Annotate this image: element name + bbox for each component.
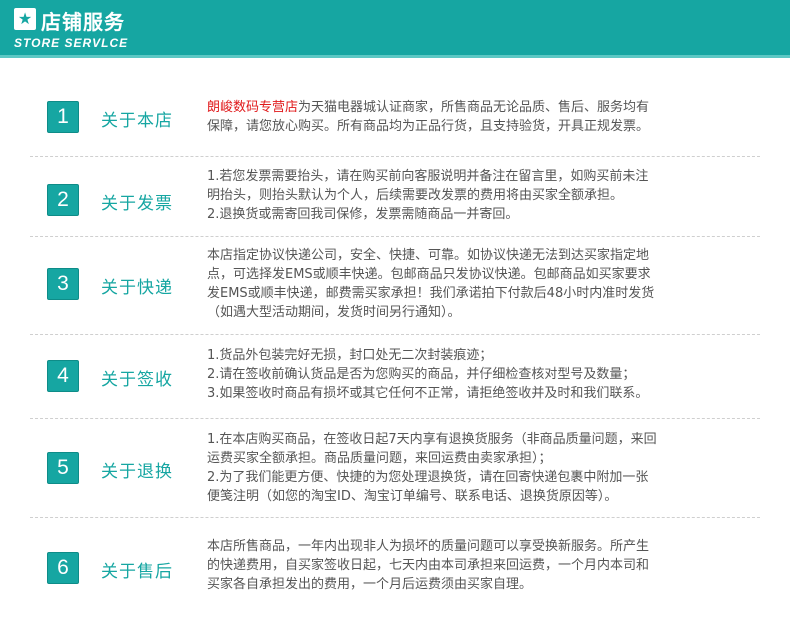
section-text-line: （如遇大型活动期间，发货时间另行通知）。 [207,305,461,320]
section-text-line: 2.退换货或需寄回我司保修，发票需随商品一并寄回。 [207,207,519,222]
section-text-line: 发EMS或顺丰快递，邮费需买家承担！我们承诺拍下付款后48小时内准时发货 [207,286,655,301]
section-text-line: 2.为了我们能更方便、快捷的为您处理退换货，请在回寄快递包裹中附加一张 [207,470,649,485]
header-subtitle: STORE SERVLCE [14,36,129,50]
section-text-line: 便笺注明（如您的淘宝ID、淘宝订单编号、联系电话、退换货原因等）。 [207,489,618,504]
section-text-line: 3.如果签收时商品有损坏或其它任何不正常，请拒绝签收并及时和我们联系。 [207,386,649,401]
header-title: 店铺服务 [41,10,125,34]
section-text-line: 运费买家全额承担。商品质量问题，来回运费由卖家承担）； [207,451,552,466]
section-text-line: 1.货品外包装完好无损，封口处无二次封装痕迹； [207,348,493,363]
store-brand-name: 朗峻数码专营店 [207,100,299,115]
section-label: 关于退换 [101,462,173,482]
section-about-after-sales: 6 关于售后 本店所售商品，一年内出现非人为损坏的质量问题可以享受换新服务。所产… [0,518,790,618]
section-about-store: 1 关于本店 朗峻数码专营店为天猫电器城认证商家，所售商品无论品质、售后、服务均… [0,83,790,157]
star-icon: ★ [14,8,36,30]
section-text-line: 保障，请您放心购买。所有商品均为正品行货，且支持验货，开具正规发票。 [207,119,650,134]
section-about-returns: 5 关于退换 1.在本店购买商品，在签收日起7天内享有退换货服务（非商品质量问题… [0,419,790,518]
section-label: 关于发票 [101,194,173,214]
section-text: 1.若您发票需要抬头，请在购买前向客服说明并备注在留言里，如购买前未注 明抬头，… [207,167,747,224]
section-about-invoice: 2 关于发票 1.若您发票需要抬头，请在购买前向客服说明并备注在留言里，如购买前… [0,157,790,237]
section-number: 1 [47,101,79,133]
section-number: 4 [47,360,79,392]
section-text-line: 本店所售商品，一年内出现非人为损坏的质量问题可以享受换新服务。所产生 [207,539,650,554]
section-text: 本店指定协议快递公司，安全、快捷、可靠。如协议快递无法到达买家指定地 点，可选择… [207,246,747,322]
section-text-line: 为天猫电器城认证商家，所售商品无论品质、售后、服务均有 [298,100,650,115]
section-label: 关于售后 [101,562,173,582]
section-about-shipping: 3 关于快递 本店指定协议快递公司，安全、快捷、可靠。如协议快递无法到达买家指定… [0,237,790,335]
section-text-line: 的快递费用，自买家签收日起，七天内由本司承担来回运费，一个月内本司和 [207,558,650,573]
section-text: 1.货品外包装完好无损，封口处无二次封装痕迹； 2.请在签收前确认货品是否为您购… [207,346,747,403]
section-label: 关于快递 [101,278,173,298]
section-number: 3 [47,268,79,300]
section-text: 1.在本店购买商品，在签收日起7天内享有退换货服务（非商品质量问题，来回 运费买… [207,430,747,506]
section-text: 朗峻数码专营店为天猫电器城认证商家，所售商品无论品质、售后、服务均有 保障，请您… [207,98,747,136]
section-label: 关于本店 [101,111,173,131]
section-text-line: 明抬头，则抬头默认为个人，后续需要改发票的费用将由买家全额承担。 [207,188,624,203]
section-number: 5 [47,452,79,484]
service-sections: 1 关于本店 朗峻数码专营店为天猫电器城认证商家，所售商品无论品质、售后、服务均… [0,83,790,618]
section-about-signing: 4 关于签收 1.货品外包装完好无损，封口处无二次封装痕迹； 2.请在签收前确认… [0,335,790,419]
store-service-header: ★ 店铺服务 STORE SERVLCE [0,0,790,58]
section-text-line: 买家各自承担发出的费用，一个月后运费须由买家自理。 [207,577,533,592]
section-text-line: 点，可选择发EMS或顺丰快递。包邮商品只发协议快递。包邮商品如买家要求 [207,267,651,282]
section-label: 关于签收 [101,370,173,390]
section-number: 6 [47,552,79,584]
section-text-line: 1.在本店购买商品，在签收日起7天内享有退换货服务（非商品质量问题，来回 [207,432,657,447]
section-text-line: 2.请在签收前确认货品是否为您购买的商品，并仔细检查核对型号及数量； [207,367,636,382]
section-text-line: 1.若您发票需要抬头，请在购买前向客服说明并备注在留言里，如购买前未注 [207,169,649,184]
section-number: 2 [47,184,79,216]
section-text: 本店所售商品，一年内出现非人为损坏的质量问题可以享受换新服务。所产生 的快递费用… [207,537,747,594]
section-text-line: 本店指定协议快递公司，安全、快捷、可靠。如协议快递无法到达买家指定地 [207,248,650,263]
